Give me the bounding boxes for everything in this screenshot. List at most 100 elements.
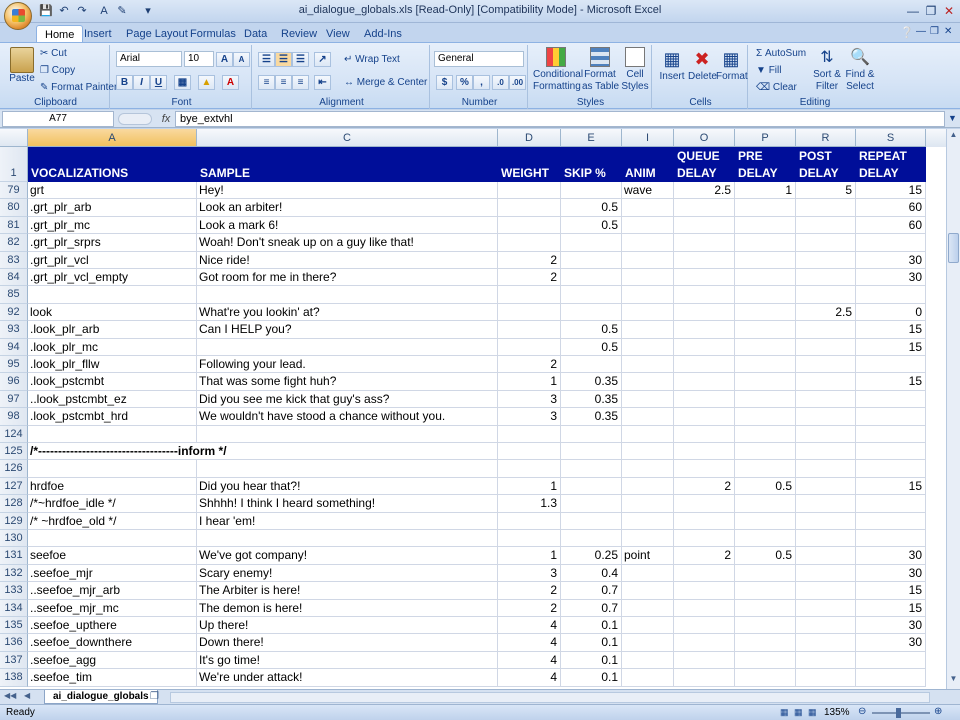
header-cell[interactable]: QUEUE DELAY xyxy=(674,147,735,182)
header-cell[interactable]: WEIGHT xyxy=(498,147,561,182)
cell-i[interactable] xyxy=(622,599,674,617)
page-layout-view-icon[interactable]: ▦ xyxy=(794,707,803,718)
insert-cells-button[interactable]: ▦ Insert xyxy=(658,47,686,83)
cell-d[interactable]: 4 xyxy=(498,651,561,670)
row-header[interactable]: 92 xyxy=(0,303,28,322)
brush-qat-icon[interactable]: ✎ xyxy=(114,4,130,19)
decrease-indent-icon[interactable]: ⇤ xyxy=(314,75,331,90)
increase-decimal-icon[interactable]: .0 xyxy=(492,75,509,90)
cell-a[interactable] xyxy=(28,460,197,478)
column-header-a[interactable]: A xyxy=(28,129,197,147)
cell-d[interactable]: 1 xyxy=(498,477,561,496)
cell-a[interactable]: grt xyxy=(28,182,197,200)
prev-sheet-icon[interactable]: ◀ xyxy=(24,691,30,700)
cell-r[interactable] xyxy=(796,460,856,478)
cell-o[interactable] xyxy=(674,564,735,583)
expand-formula-icon[interactable]: ▼ xyxy=(948,113,957,123)
cell-r[interactable] xyxy=(796,530,856,548)
cell-p[interactable] xyxy=(735,216,796,235)
cell-r[interactable] xyxy=(796,390,856,409)
name-box[interactable]: A77 xyxy=(2,111,114,127)
row-header[interactable]: 135 xyxy=(0,617,28,635)
cell-r[interactable] xyxy=(796,599,856,617)
close-icon[interactable]: ✕ xyxy=(938,3,960,19)
row-header[interactable]: 136 xyxy=(0,634,28,652)
cell-s[interactable]: 15 xyxy=(856,373,926,391)
cell-i[interactable] xyxy=(622,234,674,252)
cell-r[interactable] xyxy=(796,582,856,600)
cell-a[interactable]: .seefoe_mjr xyxy=(28,564,197,583)
cell-p[interactable] xyxy=(735,269,796,287)
cell-i[interactable] xyxy=(622,321,674,339)
row-header[interactable]: 82 xyxy=(0,234,28,252)
cell-d[interactable]: 2 xyxy=(498,251,561,269)
cell-d[interactable]: 2 xyxy=(498,599,561,617)
cell-p[interactable] xyxy=(735,286,796,304)
header-cell[interactable]: ANIM xyxy=(622,147,674,182)
cell-c[interactable]: We're under attack! xyxy=(197,669,498,687)
cell-e[interactable] xyxy=(561,286,622,304)
header-cell[interactable]: SKIP % xyxy=(561,147,622,182)
number-format-select[interactable]: General xyxy=(434,51,524,67)
cell-r[interactable] xyxy=(796,512,856,530)
cell-o[interactable] xyxy=(674,390,735,409)
cell-s[interactable]: 30 xyxy=(856,269,926,287)
cell-s[interactable] xyxy=(856,286,926,304)
cell-e[interactable] xyxy=(561,234,622,252)
cell-p[interactable] xyxy=(735,425,796,443)
cell-c[interactable]: The demon is here! xyxy=(197,599,498,617)
borders-icon[interactable]: ▦ xyxy=(174,75,191,90)
cell-c[interactable]: Shhhh! I think I heard something! xyxy=(197,495,498,513)
cell-c[interactable]: Following your lead. xyxy=(197,356,498,374)
new-sheet-icon[interactable]: ❐ xyxy=(150,691,159,702)
cell-a[interactable]: /* ~hrdfoe_old */ xyxy=(28,512,197,530)
cell-c[interactable]: I hear 'em! xyxy=(197,512,498,530)
cell-p[interactable] xyxy=(735,234,796,252)
cell-o[interactable] xyxy=(674,530,735,548)
cell-c[interactable]: Look a mark 6! xyxy=(197,216,498,235)
cell-d[interactable] xyxy=(498,199,561,217)
row-header[interactable]: 130 xyxy=(0,530,28,548)
column-header-p[interactable]: P xyxy=(735,129,796,147)
cell-i[interactable] xyxy=(622,634,674,652)
cell-r[interactable] xyxy=(796,321,856,339)
customize-qat-icon[interactable]: ▾ xyxy=(140,4,156,19)
font-color-qat-icon[interactable]: A xyxy=(96,4,112,19)
cell-p[interactable] xyxy=(735,321,796,339)
cell-styles-button[interactable]: Cell Styles xyxy=(620,47,650,93)
cell-o[interactable] xyxy=(674,216,735,235)
cell-s[interactable]: 15 xyxy=(856,599,926,617)
zoom-out-icon[interactable]: ⊖ xyxy=(858,706,866,717)
cell-a[interactable]: .grt_plr_mc xyxy=(28,216,197,235)
cell-a[interactable]: hrdfoe xyxy=(28,477,197,496)
row-header[interactable]: 133 xyxy=(0,582,28,600)
cell-i[interactable] xyxy=(622,356,674,374)
cell-r[interactable] xyxy=(796,356,856,374)
cell-d[interactable]: 3 xyxy=(498,390,561,409)
cell-p[interactable] xyxy=(735,373,796,391)
cell-c[interactable]: The Arbiter is here! xyxy=(197,582,498,600)
conditional-formatting-button[interactable]: Conditional Formatting xyxy=(533,47,583,93)
cell-d[interactable] xyxy=(498,530,561,548)
cell-s[interactable]: 30 xyxy=(856,634,926,652)
cell-i[interactable] xyxy=(622,564,674,583)
header-cell[interactable]: VOCALIZATIONS xyxy=(28,147,197,182)
cell-o[interactable] xyxy=(674,617,735,635)
normal-view-icon[interactable]: ▦ xyxy=(780,707,789,718)
currency-button[interactable]: $ xyxy=(436,75,453,90)
cell-a[interactable]: .look_pstcmbt xyxy=(28,373,197,391)
cell-a[interactable] xyxy=(28,286,197,304)
cell-d[interactable]: 1 xyxy=(498,373,561,391)
cell-c[interactable]: Down there! xyxy=(197,634,498,652)
cell-p[interactable] xyxy=(735,599,796,617)
row-header[interactable]: 131 xyxy=(0,547,28,565)
cell-a[interactable]: .look_plr_arb xyxy=(28,321,197,339)
cell-c[interactable]: Look an arbiter! xyxy=(197,199,498,217)
wrap-text-button[interactable]: ↵ Wrap Text xyxy=(344,54,400,66)
cell-p[interactable] xyxy=(735,617,796,635)
cell-s[interactable]: 30 xyxy=(856,564,926,583)
cell-d[interactable]: 2 xyxy=(498,356,561,374)
cell-e[interactable] xyxy=(561,303,622,322)
cell-c[interactable] xyxy=(197,425,498,443)
cut-button[interactable]: ✂ Cut xyxy=(40,48,67,60)
